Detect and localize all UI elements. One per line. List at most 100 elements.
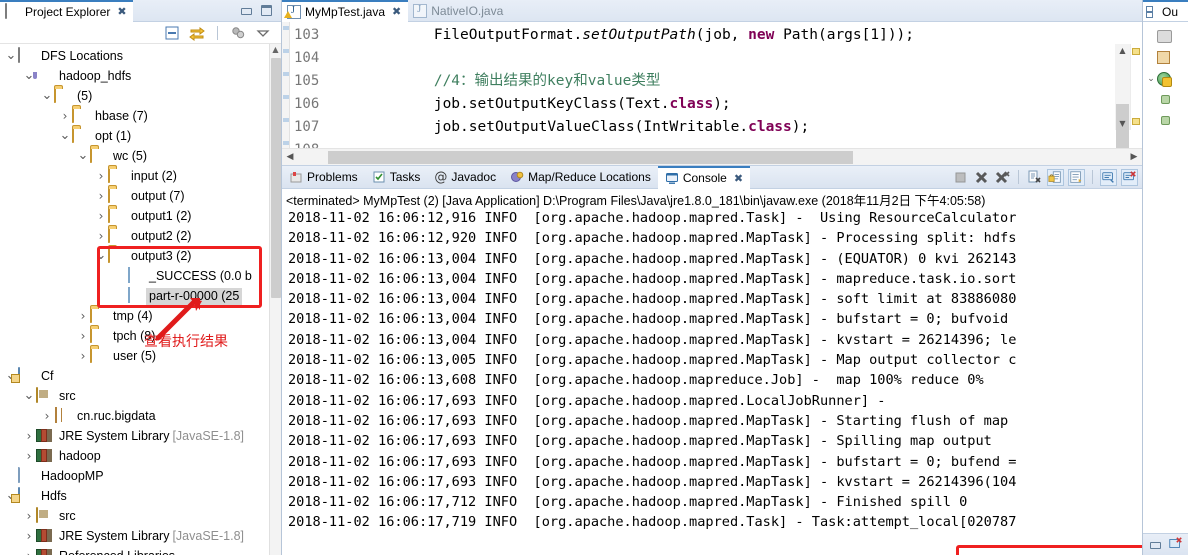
terminate-icon[interactable] bbox=[952, 169, 969, 186]
tree-item[interactable]: › input (2) bbox=[0, 166, 269, 186]
code-line[interactable]: FileOutputFormat.setOutputPath(job, new … bbox=[364, 24, 1142, 47]
tab-mapreduce-locations[interactable]: Map/Reduce Locations bbox=[503, 166, 658, 189]
minimize-icon[interactable] bbox=[1149, 538, 1162, 551]
tree-item[interactable]: › JRE System Library [JavaSE-1.8] bbox=[0, 526, 269, 546]
close-icon[interactable]: ✖ bbox=[392, 5, 401, 18]
code-line[interactable]: job.setOutputValueClass(IntWritable.clas… bbox=[364, 116, 1142, 139]
scroll-up-arrow[interactable]: ▲ bbox=[270, 44, 281, 56]
hscroll-track[interactable] bbox=[298, 150, 1126, 164]
tree-item[interactable]: › output (7) bbox=[0, 186, 269, 206]
tree-item[interactable]: › output1 (2) bbox=[0, 206, 269, 226]
chevron-icon[interactable]: › bbox=[94, 186, 108, 206]
tree-item[interactable]: › JRE System Library [JavaSE-1.8] bbox=[0, 426, 269, 446]
tab-console[interactable]: Console ✖ bbox=[657, 165, 751, 189]
remove-launch-icon[interactable] bbox=[973, 169, 990, 186]
chevron-icon[interactable]: › bbox=[22, 546, 36, 555]
tree-item[interactable]: › hbase (7) bbox=[0, 106, 269, 126]
tree-item[interactable]: HadoopMP bbox=[0, 466, 269, 486]
tree-item[interactable]: › user (5) bbox=[0, 346, 269, 366]
chevron-icon[interactable]: › bbox=[94, 166, 108, 186]
chevron-icon[interactable]: › bbox=[94, 206, 108, 226]
scroll-lock-icon[interactable] bbox=[1047, 168, 1064, 186]
chevron-icon[interactable]: › bbox=[76, 346, 90, 366]
list-item[interactable]: ⌄ bbox=[1143, 68, 1188, 89]
tree-item[interactable]: ⌄ opt (1) bbox=[0, 126, 269, 146]
maximize-icon[interactable] bbox=[260, 4, 273, 17]
editor-horizontal-scrollbar[interactable]: ◀ ▶ bbox=[282, 148, 1142, 165]
tree-item[interactable]: ⌄Hdfs bbox=[0, 486, 269, 506]
list-item[interactable] bbox=[1143, 47, 1188, 68]
tree-item[interactable]: ⌄ DFS Locations bbox=[0, 46, 269, 66]
chevron-icon[interactable]: ⌄ bbox=[40, 89, 54, 103]
tree-item[interactable]: _SUCCESS (0.0 b bbox=[0, 266, 269, 286]
collapse-all-icon[interactable] bbox=[164, 25, 180, 41]
code-line[interactable]: //4：输出结果的key和value类型 bbox=[364, 70, 1142, 93]
restore-icon[interactable] bbox=[1168, 536, 1185, 553]
editor-gutter[interactable] bbox=[282, 22, 290, 148]
list-item[interactable] bbox=[1143, 26, 1188, 47]
minimize-icon[interactable] bbox=[240, 4, 253, 17]
scroll-down-arrow[interactable]: ▼ bbox=[1115, 117, 1130, 130]
chevron-icon[interactable]: ⌄ bbox=[58, 129, 72, 143]
chevron-icon[interactable]: ⌄ bbox=[76, 149, 90, 163]
tab-tasks[interactable]: Tasks bbox=[365, 166, 428, 189]
project-tree-scrollbar[interactable]: ▲ bbox=[269, 44, 281, 555]
scrollbar-thumb[interactable] bbox=[328, 150, 853, 164]
editor-overview-ruler[interactable] bbox=[1130, 44, 1142, 130]
tree-item[interactable]: › Referenced Libraries bbox=[0, 546, 269, 555]
chevron-icon[interactable]: › bbox=[76, 306, 90, 326]
chevron-icon[interactable]: › bbox=[22, 446, 36, 466]
scroll-up-arrow[interactable]: ▲ bbox=[1115, 44, 1130, 57]
tree-item[interactable]: › hadoop bbox=[0, 446, 269, 466]
code-area[interactable]: 103 104 105 106 107 108 FileOutputFormat.setO… bbox=[282, 22, 1142, 148]
pin-console-icon[interactable] bbox=[1100, 168, 1117, 186]
code-line[interactable] bbox=[364, 139, 1142, 148]
tab-project-explorer[interactable]: Project Explorer ✖ bbox=[0, 0, 133, 22]
tree-item[interactable]: › src bbox=[0, 506, 269, 526]
tree-item[interactable]: ⌄Cf bbox=[0, 366, 269, 386]
clear-console-icon[interactable] bbox=[1026, 169, 1043, 186]
chevron-icon[interactable]: › bbox=[22, 526, 36, 546]
chevron-icon[interactable]: › bbox=[22, 506, 36, 526]
list-item[interactable] bbox=[1143, 89, 1188, 110]
chevron-icon[interactable]: › bbox=[40, 406, 54, 426]
tab-problems[interactable]: Problems bbox=[282, 166, 365, 189]
editor-vertical-scrollbar[interactable]: ▲ ▼ bbox=[1115, 44, 1130, 148]
chevron-icon[interactable]: ⌄ bbox=[4, 49, 18, 63]
tree-item[interactable]: ⌄ wc (5) bbox=[0, 146, 269, 166]
focus-on-active-task-icon[interactable] bbox=[230, 25, 246, 41]
tab-nativeio-java[interactable]: NativeIO.java bbox=[408, 0, 510, 22]
list-item[interactable] bbox=[1143, 110, 1188, 131]
code-line[interactable] bbox=[364, 47, 1142, 70]
remove-all-terminated-icon[interactable] bbox=[994, 169, 1011, 186]
chevron-icon[interactable]: › bbox=[76, 326, 90, 346]
tab-outline[interactable]: Ou bbox=[1143, 0, 1188, 22]
close-icon[interactable]: ✖ bbox=[117, 5, 126, 18]
display-selected-console-icon[interactable] bbox=[1121, 168, 1138, 186]
tree-item[interactable]: › output2 (2) bbox=[0, 226, 269, 246]
chevron-icon[interactable]: › bbox=[94, 226, 108, 246]
chevron-icon[interactable]: › bbox=[22, 426, 36, 446]
scrollbar-thumb[interactable] bbox=[271, 58, 281, 298]
console-output[interactable]: 2018-11-02 16:06:12,916 INFO [org.apache… bbox=[282, 208, 1142, 555]
chevron-icon[interactable]: ⌄ bbox=[94, 249, 108, 263]
twisty[interactable]: ⌄ bbox=[1145, 74, 1157, 84]
scroll-right-arrow[interactable]: ▶ bbox=[1126, 152, 1142, 162]
tree-item[interactable]: ⌄ output3 (2) bbox=[0, 246, 269, 266]
tree-item[interactable]: › cn.ruc.bigdata bbox=[0, 406, 269, 426]
scroll-left-arrow[interactable]: ◀ bbox=[282, 152, 298, 162]
chevron-icon[interactable]: ⌄ bbox=[22, 389, 36, 403]
view-menu-icon[interactable] bbox=[255, 25, 271, 41]
code-line[interactable]: job.setOutputKeyClass(Text.class); bbox=[364, 93, 1142, 116]
tab-mymptest-java[interactable]: MyMpTest.java ✖ bbox=[282, 0, 409, 22]
tree-item[interactable]: ⌄ hadoop_hdfs bbox=[0, 66, 269, 86]
tab-javadoc[interactable]: @ Javadoc bbox=[427, 166, 503, 189]
tree-item[interactable]: ⌄ (5) bbox=[0, 86, 269, 106]
source-code[interactable]: FileOutputFormat.setOutputPath(job, new … bbox=[328, 22, 1142, 148]
chevron-icon[interactable]: › bbox=[58, 106, 72, 126]
close-icon[interactable]: ✖ bbox=[734, 172, 743, 185]
tree-item[interactable]: ⌄ src bbox=[0, 386, 269, 406]
word-wrap-icon[interactable] bbox=[1068, 168, 1085, 186]
link-with-editor-icon[interactable] bbox=[189, 25, 205, 41]
outline-rows[interactable]: ⌄ bbox=[1143, 22, 1188, 131]
